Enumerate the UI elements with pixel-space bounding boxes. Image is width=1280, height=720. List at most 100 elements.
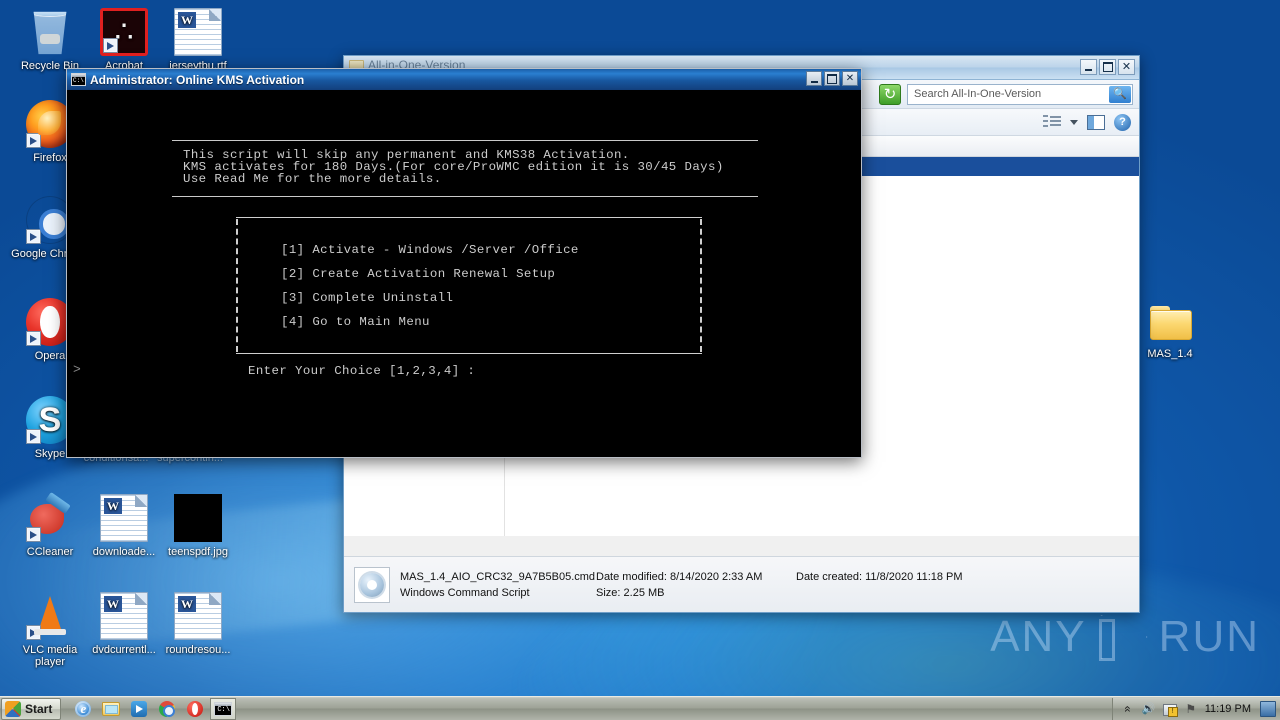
- taskbar-button-google-chrome[interactable]: [154, 698, 180, 720]
- details-date-created-label: Date created:: [796, 570, 863, 583]
- details-size-value: 2.25 MB: [623, 586, 665, 599]
- console-menu-item[interactable]: [2] Create Activation Renewal Setup: [281, 266, 555, 282]
- details-text: MAS_1.4_AIO_CRC32_9A7B5B05.cmd Date modi…: [400, 569, 963, 601]
- console-window-controls[interactable]: ✕: [806, 71, 858, 86]
- details-date-modified: Date modified: 8/14/2020 2:33 AM: [596, 569, 796, 585]
- word-glyph: W: [178, 596, 196, 612]
- details-file-type: Windows Command Script: [400, 586, 530, 599]
- desktop[interactable]: Recycle Bin ∴ Acrobat Wjerseytbu.rtf Firefox…: [0, 0, 1280, 720]
- close-button[interactable]: ✕: [842, 71, 858, 86]
- windows-logo-icon: [5, 700, 21, 717]
- console-left-caret: >: [73, 362, 81, 377]
- opera-icon: [187, 700, 204, 717]
- clock[interactable]: 11:19 PM: [1205, 703, 1251, 715]
- preview-pane-icon[interactable]: [1087, 114, 1105, 130]
- desktop-icon-label: MAS_1.4: [1147, 348, 1193, 360]
- media-player-icon: [131, 700, 148, 717]
- console-window[interactable]: Administrator: Online KMS Activation ✕ T…: [66, 68, 862, 458]
- shortcut-arrow-icon: [26, 229, 41, 244]
- explorer-window-controls[interactable]: ✕: [1080, 59, 1135, 75]
- cmd-script-icon: [354, 566, 390, 603]
- desktop-icon-label: downloade...: [92, 546, 156, 558]
- console-header-line: Use Read Me for the more details.: [183, 172, 442, 186]
- search-icon[interactable]: 🔍: [1109, 85, 1131, 103]
- desktop-icon-teenspdf-jpg[interactable]: teenspdf.jpg: [156, 494, 240, 558]
- desktop-icon-downloade-doc[interactable]: Wdownloade...: [82, 494, 166, 558]
- watermark-text-run: RUN: [1158, 612, 1260, 661]
- word-glyph: W: [104, 498, 122, 514]
- acrobat-icon: ∴: [100, 8, 148, 56]
- maximize-button[interactable]: [824, 71, 840, 86]
- taskbar-button-internet-explorer[interactable]: [70, 698, 96, 720]
- search-input[interactable]: Search All-In-One-Version 🔍: [907, 83, 1133, 105]
- teenspdf-jpg-icon: [174, 494, 222, 542]
- ie-icon: [75, 700, 92, 717]
- network-warning-icon[interactable]: [1162, 702, 1178, 717]
- help-icon[interactable]: ?: [1114, 113, 1131, 131]
- mas-1-4-folder-icon: [1146, 296, 1194, 344]
- flag-icon[interactable]: [1184, 702, 1198, 716]
- play-triangle-icon: [1097, 613, 1149, 661]
- desktop-icon-ccleaner[interactable]: CCleaner: [8, 494, 92, 558]
- desktop-icon-label: teenspdf.jpg: [168, 546, 228, 558]
- minimize-button[interactable]: [806, 71, 822, 86]
- maximize-button[interactable]: [1099, 59, 1116, 75]
- desktop-icon-vlc-media-player[interactable]: VLC media player: [8, 592, 92, 668]
- volume-icon[interactable]: [1142, 702, 1156, 716]
- taskbar-button-command-prompt[interactable]: [210, 697, 237, 720]
- word-glyph: W: [178, 12, 196, 28]
- chevron-down-icon[interactable]: [1070, 119, 1078, 125]
- console-menu-item[interactable]: [4] Go to Main Menu: [281, 314, 430, 330]
- details-pane: MAS_1.4_AIO_CRC32_9A7B5B05.cmd Date modi…: [344, 556, 1139, 612]
- folder-icon: [102, 701, 121, 716]
- taskbar-button-opera[interactable]: [182, 698, 208, 720]
- shortcut-arrow-icon: [26, 625, 41, 640]
- system-tray[interactable]: 11:19 PM: [1111, 697, 1280, 720]
- details-date-created: Date created: 11/8/2020 11:18 PM: [796, 569, 963, 585]
- console-menu-item[interactable]: [3] Complete Uninstall: [281, 290, 453, 306]
- page-corner: [209, 9, 221, 21]
- shortcut-arrow-icon: [103, 38, 118, 53]
- desktop-icon-dvdcurrentl-doc[interactable]: Wdvdcurrentl...: [82, 592, 166, 656]
- refresh-icon[interactable]: [879, 83, 901, 105]
- taskbar-button-windows-explorer[interactable]: [98, 698, 124, 720]
- taskbar-button-windows-media-player[interactable]: [126, 698, 152, 720]
- quick-launch-bar[interactable]: [70, 697, 238, 720]
- word-glyph: W: [104, 596, 122, 612]
- shortcut-arrow-icon: [26, 133, 41, 148]
- downloade-doc-icon: W: [100, 494, 148, 542]
- minimize-button[interactable]: [1080, 59, 1097, 75]
- desktop-icon-label: VLC media player: [22, 644, 78, 668]
- cmd-icon: [214, 701, 233, 716]
- details-date-created-value: 11/8/2020 11:18 PM: [865, 570, 963, 583]
- ccleaner-icon: [26, 494, 74, 542]
- close-button[interactable]: ✕: [1118, 59, 1135, 75]
- roundresou-doc-icon: W: [174, 592, 222, 640]
- desktop-icon-recycle-bin[interactable]: Recycle Bin: [8, 8, 92, 72]
- shortcut-arrow-icon: [26, 429, 41, 444]
- shortcut-arrow-icon: [26, 527, 41, 542]
- desktop-icon-acrobat[interactable]: ∴ Acrobat: [82, 8, 166, 72]
- desktop-icon-roundresou-doc[interactable]: Wroundresou...: [156, 592, 240, 656]
- taskbar[interactable]: Start 11:19 PM: [0, 696, 1280, 720]
- desktop-icon-mas-1-4-folder[interactable]: MAS_1.4: [1128, 296, 1212, 360]
- console-titlebar[interactable]: Administrator: Online KMS Activation ✕: [67, 69, 861, 90]
- dvdcurrentl-doc-icon: W: [100, 592, 148, 640]
- page-corner: [209, 593, 221, 605]
- start-button-label: Start: [25, 701, 53, 716]
- chevron-up-icon[interactable]: [1121, 702, 1135, 716]
- start-button[interactable]: Start: [1, 697, 62, 720]
- console-menu-box: [236, 217, 702, 354]
- show-desktop-button[interactable]: [1260, 700, 1276, 717]
- console-prompt: Enter Your Choice [1,2,3,4] :: [248, 364, 476, 378]
- anyrun-watermark: ANY RUN: [990, 612, 1260, 662]
- page-corner: [135, 593, 147, 605]
- details-size: Size: 2.25 MB: [596, 585, 796, 601]
- desktop-icon-jerseytbu-rtf[interactable]: Wjerseytbu.rtf: [156, 8, 240, 72]
- views-icon[interactable]: [1043, 113, 1061, 131]
- console-output[interactable]: This script will skip any permanent and …: [67, 90, 861, 457]
- console-menu-item[interactable]: [1] Activate - Windows /Server /Office: [281, 242, 579, 258]
- desktop-icon-label: CCleaner: [26, 546, 74, 558]
- details-date-modified-label: Date modified:: [596, 570, 667, 583]
- details-file-name: MAS_1.4_AIO_CRC32_9A7B5B05.cmd: [400, 570, 596, 583]
